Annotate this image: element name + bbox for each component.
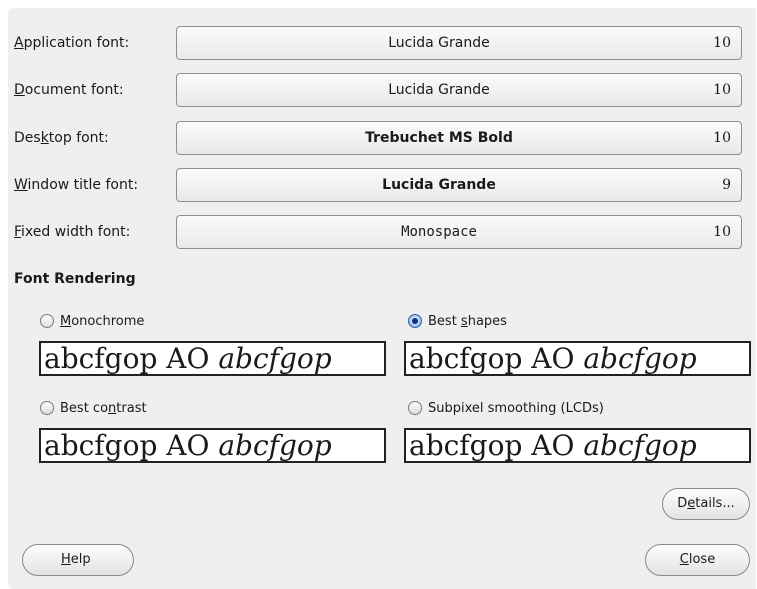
best-contrast-radio[interactable] — [40, 401, 54, 415]
fixed-width-font-button[interactable]: Monospace 10 — [176, 215, 742, 249]
best-shapes-option[interactable]: Best shapes — [408, 310, 507, 332]
application-font-button[interactable]: Lucida Grande 10 — [176, 26, 742, 60]
subpixel-radio[interactable] — [408, 401, 422, 415]
font-row-fixed-width: Fixed width font: Monospace 10 — [14, 215, 744, 251]
window-title-font-button[interactable]: Lucida Grande 9 — [176, 168, 742, 202]
desktop-font-button[interactable]: Trebuchet MS Bold 10 — [176, 121, 742, 155]
best-contrast-sample[interactable]: abcfgop AO abcfgop — [39, 428, 386, 463]
window-title-font-size: 9 — [722, 177, 731, 193]
best-contrast-label: Best contrast — [60, 400, 147, 416]
monochrome-radio[interactable] — [40, 314, 54, 328]
font-rendering-heading: Font Rendering — [14, 271, 136, 287]
font-row-document: Document font: Lucida Grande 10 — [14, 73, 744, 109]
monochrome-sample[interactable]: abcfgop AO abcfgop — [39, 341, 386, 376]
best-shapes-label: Best shapes — [428, 313, 507, 329]
window-title-font-label: Window title font: — [14, 177, 139, 193]
desktop-font-label: Desktop font: — [14, 130, 109, 146]
subpixel-option[interactable]: Subpixel smoothing (LCDs) — [408, 397, 604, 419]
application-font-size: 10 — [713, 35, 731, 51]
best-shapes-sample[interactable]: abcfgop AO abcfgop — [404, 341, 751, 376]
window-title-font-name: Lucida Grande — [382, 177, 496, 193]
fixed-width-font-name: Monospace — [401, 224, 477, 240]
best-contrast-option[interactable]: Best contrast — [40, 397, 147, 419]
subpixel-sample[interactable]: abcfgop AO abcfgop — [404, 428, 751, 463]
monochrome-option[interactable]: Monochrome — [40, 310, 144, 332]
document-font-label: Document font: — [14, 82, 124, 98]
desktop-font-name: Trebuchet MS Bold — [365, 130, 513, 146]
fixed-width-font-size: 10 — [713, 224, 731, 240]
details-button[interactable]: Details... — [662, 488, 750, 520]
subpixel-label: Subpixel smoothing (LCDs) — [428, 400, 604, 416]
document-font-size: 10 — [713, 82, 731, 98]
close-button[interactable]: Close — [645, 544, 750, 576]
help-button[interactable]: Help — [22, 544, 134, 576]
desktop-font-size: 10 — [713, 130, 731, 146]
application-font-name: Lucida Grande — [388, 35, 490, 51]
font-row-window-title: Window title font: Lucida Grande 9 — [14, 168, 744, 204]
fixed-width-font-label: Fixed width font: — [14, 224, 131, 240]
document-font-button[interactable]: Lucida Grande 10 — [176, 73, 742, 107]
best-shapes-radio[interactable] — [408, 314, 422, 328]
font-row-desktop: Desktop font: Trebuchet MS Bold 10 — [14, 121, 744, 157]
document-font-name: Lucida Grande — [388, 82, 490, 98]
font-row-application: Application font: Lucida Grande 10 — [14, 26, 744, 62]
monochrome-label: Monochrome — [60, 313, 145, 329]
application-font-label: Application font: — [14, 35, 130, 51]
